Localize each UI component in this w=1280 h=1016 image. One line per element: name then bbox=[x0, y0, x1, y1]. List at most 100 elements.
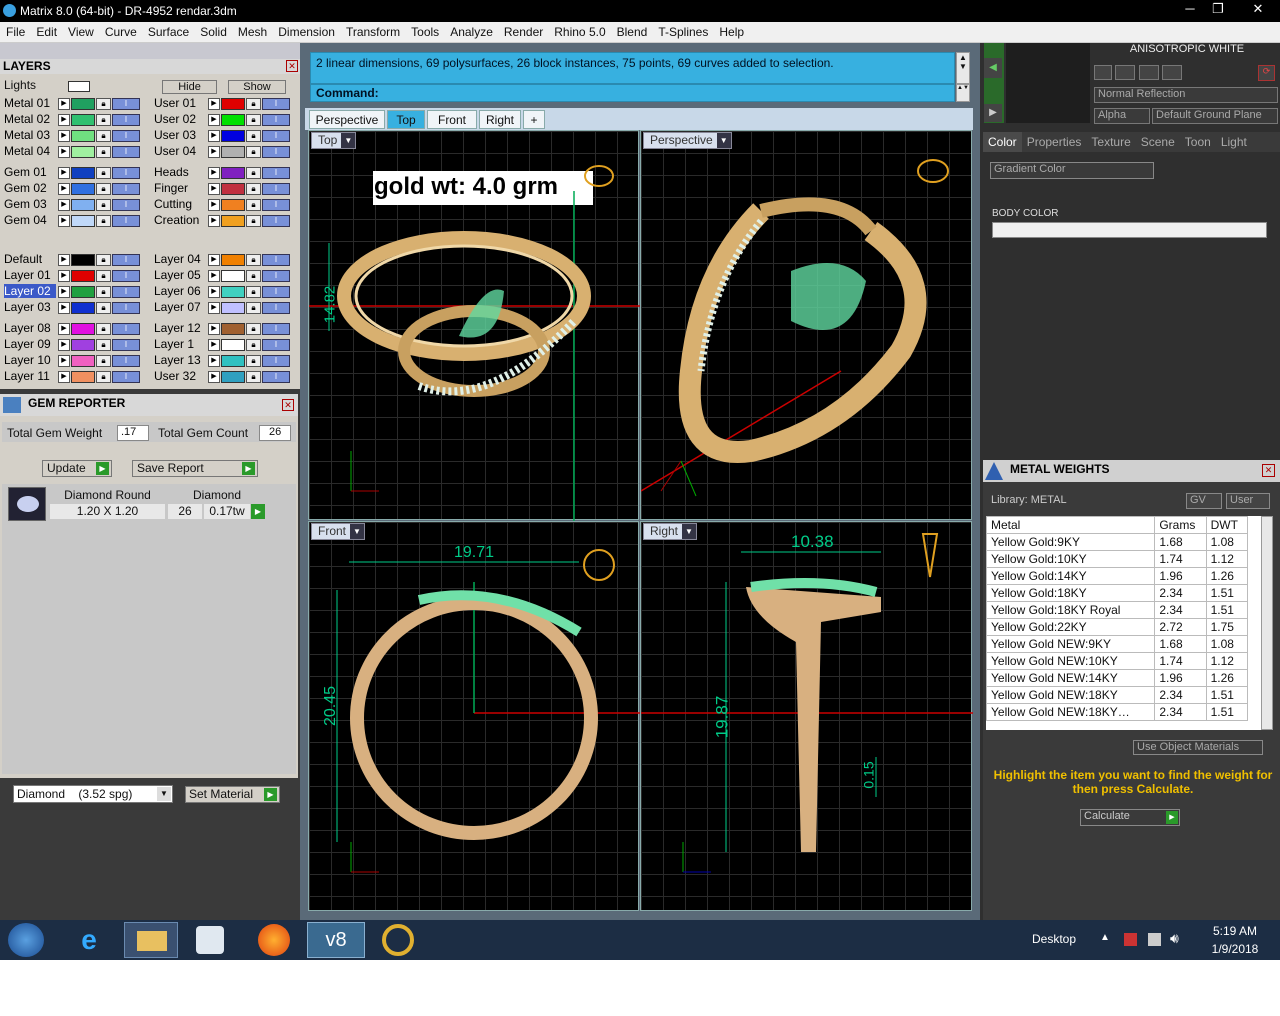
lock-icon[interactable]: 🔒︎ bbox=[246, 371, 261, 383]
visibility-icon[interactable]: I bbox=[262, 146, 290, 158]
layer-name[interactable]: Layer 08 bbox=[4, 321, 56, 335]
expand-triangle-icon[interactable]: ▶ bbox=[208, 199, 220, 211]
lock-icon[interactable]: 🔒︎ bbox=[96, 183, 111, 195]
tab-scene[interactable]: Scene bbox=[1136, 132, 1180, 152]
lock-icon[interactable]: 🔒︎ bbox=[96, 98, 111, 110]
expand-triangle-icon[interactable]: ▶ bbox=[208, 98, 220, 110]
metal-col-header[interactable]: Metal bbox=[986, 516, 1156, 534]
visibility-icon[interactable]: I bbox=[262, 199, 290, 211]
material-tool-icon[interactable] bbox=[1094, 65, 1112, 80]
update-button[interactable]: Update ▶ bbox=[42, 460, 112, 477]
visibility-icon[interactable]: I bbox=[262, 183, 290, 195]
visibility-icon[interactable]: I bbox=[262, 114, 290, 126]
front-viewport[interactable]: Front ▼ 19.71 20.45 bbox=[308, 521, 640, 911]
layer-color-swatch[interactable] bbox=[221, 130, 245, 142]
menu-curve[interactable]: Curve bbox=[99, 22, 142, 39]
table-row[interactable]: Yellow Gold NEW:18KY… 2.34 1.51 bbox=[986, 703, 1249, 721]
perspective-viewport[interactable]: Perspective ▼ bbox=[640, 130, 972, 520]
table-row[interactable]: Yellow Gold:9KY 1.68 1.08 bbox=[986, 533, 1249, 551]
layer-row[interactable]: Finger ▶ 🔒︎ I bbox=[154, 181, 294, 196]
lock-icon[interactable]: 🔒︎ bbox=[246, 254, 261, 266]
layer-row[interactable]: Layer 11 ▶ 🔒︎ I bbox=[4, 369, 144, 384]
expand-triangle-icon[interactable]: ▶ bbox=[58, 114, 70, 126]
lock-icon[interactable]: 🔒︎ bbox=[246, 130, 261, 142]
layer-name[interactable]: Creation bbox=[154, 213, 206, 227]
visibility-icon[interactable]: I bbox=[112, 98, 140, 110]
tab-properties[interactable]: Properties bbox=[1022, 132, 1087, 152]
layer-color-swatch[interactable] bbox=[71, 98, 95, 110]
layer-row[interactable]: Layer 10 ▶ 🔒︎ I bbox=[4, 353, 144, 368]
layer-row[interactable]: Layer 12 ▶ 🔒︎ I bbox=[154, 321, 294, 336]
layer-name[interactable]: Layer 04 bbox=[154, 252, 206, 266]
menu-render[interactable]: Render bbox=[498, 22, 548, 39]
expand-triangle-icon[interactable]: ▶ bbox=[208, 302, 220, 314]
table-row[interactable]: Yellow Gold:14KY 1.96 1.26 bbox=[986, 567, 1249, 585]
gem-close-icon[interactable]: ✕ bbox=[282, 399, 294, 411]
expand-triangle-icon[interactable]: ▶ bbox=[208, 355, 220, 367]
layer-name[interactable]: Layer 06 bbox=[154, 284, 206, 298]
menu-tools[interactable]: Tools bbox=[405, 22, 444, 39]
layer-row[interactable]: Metal 02 ▶ 🔒︎ I bbox=[4, 112, 144, 127]
media-player-icon[interactable] bbox=[196, 926, 224, 954]
maximize-button[interactable]: ❐ bbox=[1203, 0, 1233, 18]
layer-row[interactable]: User 32 ▶ 🔒︎ I bbox=[154, 369, 294, 384]
table-row[interactable]: Yellow Gold NEW:9KY 1.68 1.08 bbox=[986, 635, 1249, 653]
layer-color-swatch[interactable] bbox=[71, 286, 95, 298]
calculate-button[interactable]: Calculate ▶ bbox=[1080, 809, 1180, 826]
lock-icon[interactable]: 🔒︎ bbox=[246, 146, 261, 158]
layer-row[interactable]: User 04 ▶ 🔒︎ I bbox=[154, 144, 294, 159]
layer-color-swatch[interactable] bbox=[71, 114, 95, 126]
lock-icon[interactable]: 🔒︎ bbox=[246, 215, 261, 227]
expand-triangle-icon[interactable]: ▶ bbox=[208, 371, 220, 383]
lock-icon[interactable]: 🔒︎ bbox=[246, 114, 261, 126]
layer-name[interactable]: Gem 01 bbox=[4, 165, 56, 179]
layer-name[interactable]: Default bbox=[4, 252, 56, 266]
view-tab-top[interactable]: Top bbox=[387, 110, 425, 129]
lock-icon[interactable]: 🔒︎ bbox=[246, 302, 261, 314]
expand-triangle-icon[interactable]: ▶ bbox=[208, 323, 220, 335]
gradient-select[interactable]: Gradient Color bbox=[990, 162, 1154, 179]
visibility-icon[interactable]: I bbox=[262, 130, 290, 142]
expand-triangle-icon[interactable]: ▶ bbox=[208, 114, 220, 126]
expand-triangle-icon[interactable]: ▶ bbox=[208, 270, 220, 282]
layer-color-swatch[interactable] bbox=[221, 270, 245, 282]
expand-triangle-icon[interactable]: ▶ bbox=[58, 215, 70, 227]
layer-name[interactable]: Layer 12 bbox=[154, 321, 206, 335]
expand-triangle-icon[interactable]: ▶ bbox=[208, 286, 220, 298]
matrix-app-icon[interactable]: v8 bbox=[307, 922, 365, 958]
lock-icon[interactable]: 🔒︎ bbox=[246, 323, 261, 335]
layer-row[interactable]: Layer 06 ▶ 🔒︎ I bbox=[154, 284, 294, 299]
visibility-icon[interactable]: I bbox=[112, 302, 140, 314]
table-row[interactable]: Yellow Gold:10KY 1.74 1.12 bbox=[986, 550, 1249, 568]
lock-icon[interactable]: 🔒︎ bbox=[246, 167, 261, 179]
show-button[interactable]: Show bbox=[228, 80, 286, 94]
desktop-toolbar-label[interactable]: Desktop bbox=[1032, 932, 1076, 946]
view-tab-add[interactable]: + bbox=[523, 110, 545, 129]
reflection-select[interactable]: Normal Reflection bbox=[1094, 87, 1278, 103]
visibility-icon[interactable]: I bbox=[262, 302, 290, 314]
layer-row[interactable]: Layer 05 ▶ 🔒︎ I bbox=[154, 268, 294, 283]
layer-name[interactable]: Layer 13 bbox=[154, 353, 206, 367]
layer-row[interactable]: Gem 01 ▶ 🔒︎ I bbox=[4, 165, 144, 180]
layer-color-swatch[interactable] bbox=[71, 146, 95, 158]
lock-icon[interactable]: 🔒︎ bbox=[246, 355, 261, 367]
layer-row[interactable]: Heads ▶ 🔒︎ I bbox=[154, 165, 294, 180]
material-tool-icon[interactable] bbox=[1115, 65, 1136, 80]
layer-name[interactable]: User 04 bbox=[154, 144, 206, 158]
layer-color-swatch[interactable] bbox=[71, 270, 95, 282]
menu-analyze[interactable]: Analyze bbox=[444, 22, 498, 39]
metal-col-header[interactable]: Grams bbox=[1154, 516, 1207, 534]
top-viewport[interactable]: Top ▼ gold wt: 4.0 grm 14.82 bbox=[308, 130, 640, 521]
visibility-icon[interactable]: I bbox=[262, 254, 290, 266]
lock-icon[interactable]: 🔒︎ bbox=[96, 146, 111, 158]
expand-triangle-icon[interactable]: ▶ bbox=[208, 167, 220, 179]
layer-name[interactable]: Metal 01 bbox=[4, 96, 56, 110]
lock-icon[interactable]: 🔒︎ bbox=[96, 199, 111, 211]
layer-color-swatch[interactable] bbox=[221, 167, 245, 179]
layer-name[interactable]: Cutting bbox=[154, 197, 206, 211]
visibility-icon[interactable]: I bbox=[112, 199, 140, 211]
visibility-icon[interactable]: I bbox=[112, 183, 140, 195]
visibility-icon[interactable]: I bbox=[262, 323, 290, 335]
layer-row[interactable]: Cutting ▶ 🔒︎ I bbox=[154, 197, 294, 212]
layer-row[interactable]: User 03 ▶ 🔒︎ I bbox=[154, 128, 294, 143]
